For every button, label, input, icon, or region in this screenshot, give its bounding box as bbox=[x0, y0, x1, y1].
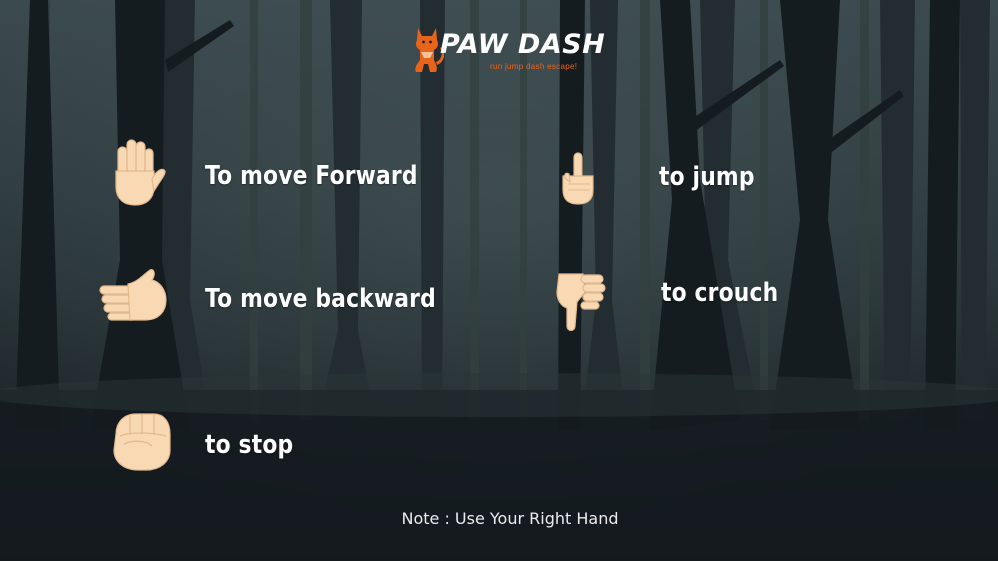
label-jump: to jump bbox=[659, 162, 755, 192]
thumbs-down-icon bbox=[556, 273, 606, 332]
index-pointing-up-icon bbox=[562, 152, 594, 205]
hand-pointing-right-icon bbox=[99, 269, 167, 321]
label-stop: to stop bbox=[205, 430, 294, 460]
note-text: Note : Use Your Right Hand bbox=[401, 509, 619, 528]
logo-tagline: run jump dash escape! bbox=[490, 62, 578, 71]
logo-title: PAW DASH bbox=[440, 29, 606, 60]
label-move-backward: To move backward bbox=[205, 284, 436, 314]
raised-hand-icon bbox=[115, 139, 166, 206]
label-crouch: to crouch bbox=[661, 278, 779, 308]
game-logo: PAW DASH run jump dash escape! bbox=[410, 22, 605, 78]
cat-icon bbox=[415, 28, 444, 72]
label-move-forward: To move Forward bbox=[205, 161, 418, 191]
raised-fist-icon bbox=[113, 413, 171, 471]
